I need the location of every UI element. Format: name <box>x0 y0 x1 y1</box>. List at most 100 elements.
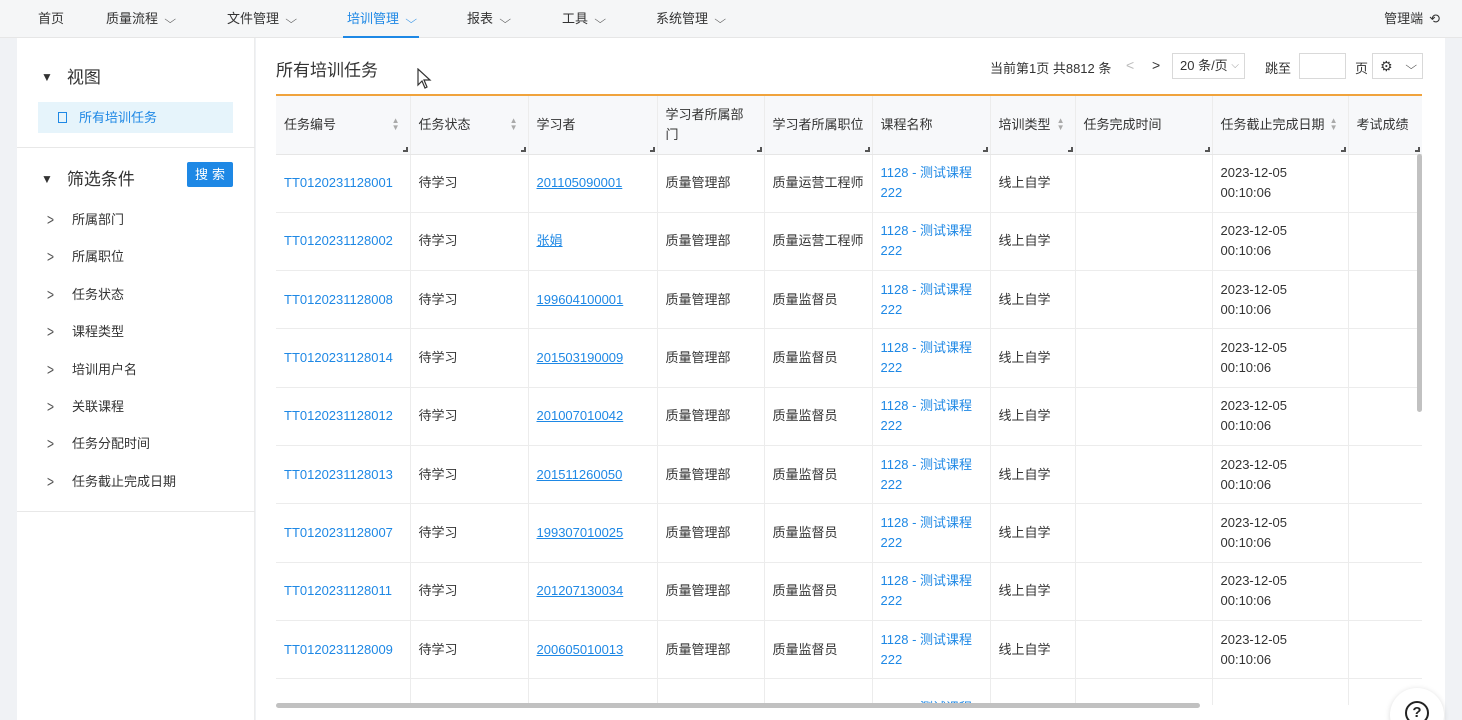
learner-link[interactable]: 张娟 <box>528 212 658 272</box>
column-header[interactable]: 任务完成时间 <box>1075 96 1213 155</box>
chevron-down-icon: ⌵ <box>405 14 418 26</box>
filter-due-date[interactable]: > 任务截止完成日期 <box>47 472 176 492</box>
resize-handle-icon[interactable] <box>402 146 408 152</box>
course-name-link[interactable]: 1128 - 测试课程222 <box>872 328 991 388</box>
next-page-icon[interactable]: > <box>1152 57 1160 73</box>
nav-system-management-label: 系统管理 <box>656 11 709 26</box>
nav-training-management[interactable]: 培训管理 ⌵ <box>343 0 420 38</box>
task-id-link[interactable]: TT0120231128007 <box>276 503 411 563</box>
task-id-link[interactable]: TT0120231128013 <box>276 445 411 505</box>
table-row: TT0120231128013 待学习 201511260050 质量管理部 质量监督员… <box>276 445 1422 505</box>
admin-link[interactable]: 管理端 ⟲ <box>1384 0 1440 38</box>
filter-section-toggle[interactable]: ▼ 筛选条件 <box>41 165 135 190</box>
filter-training-username[interactable]: > 培训用户名 <box>47 360 137 380</box>
column-header[interactable]: 学习者所属部门 <box>657 96 765 155</box>
nav-reports[interactable]: 报表 ⌵ <box>467 0 512 38</box>
nav-system-management[interactable]: 系统管理 ⌵ <box>656 0 726 38</box>
learner-link[interactable]: 201503190009 <box>528 328 658 388</box>
task-id-link[interactable]: TT0120231128014 <box>276 328 411 388</box>
learner-link[interactable]: 199307010025 <box>528 503 658 563</box>
jump-page-input[interactable] <box>1299 53 1346 79</box>
task-id-link[interactable]: TT0120231128012 <box>276 387 411 446</box>
resize-handle-icon[interactable] <box>649 146 655 152</box>
learner-link[interactable]: 201105090001 <box>528 154 658 213</box>
chevron-down-icon: ⌵ <box>164 14 177 26</box>
column-settings-button[interactable]: ⚙ ⌵ <box>1372 53 1423 79</box>
column-header[interactable]: 课程名称 <box>872 96 991 155</box>
nav-file-management[interactable]: 文件管理 ⌵ <box>227 0 297 38</box>
resize-handle-icon[interactable] <box>756 146 762 152</box>
prev-page-icon[interactable]: < <box>1126 57 1134 73</box>
resize-handle-icon[interactable] <box>1340 146 1346 152</box>
course-name-link[interactable]: 1128 - 测试课程222 <box>872 620 991 680</box>
filter-course-type[interactable]: > 课程类型 <box>47 322 124 342</box>
filter-assign-time[interactable]: > 任务分配时间 <box>47 434 150 454</box>
learner-link[interactable]: 201207130034 <box>528 562 658 621</box>
learner-link[interactable] <box>528 678 658 705</box>
task-id-link[interactable]: TT0120231128002 <box>276 212 411 272</box>
resize-handle-icon[interactable] <box>982 146 988 152</box>
learner-position: 质量运营工程师 <box>764 212 873 272</box>
sort-icon[interactable]: ▲ ▼ <box>392 117 400 132</box>
admin-label: 管理端 <box>1384 11 1424 26</box>
horizontal-scrollbar[interactable] <box>276 703 1200 708</box>
column-header[interactable]: 任务截止完成日期 ▲ ▼ <box>1212 96 1349 155</box>
task-status: 待学习 <box>410 270 529 330</box>
course-name-link[interactable]: 1128 - 测试课程222 <box>872 212 991 272</box>
column-header[interactable]: 任务编号 ▲ ▼ <box>276 96 411 155</box>
course-name-link[interactable]: 1128 - 测试课程222 <box>872 445 991 505</box>
filter-related-course[interactable]: > 关联课程 <box>47 397 124 417</box>
filter-label: 培训用户名 <box>72 362 138 377</box>
column-header[interactable]: 学习者所属职位 <box>764 96 873 155</box>
nav-tools[interactable]: 工具 ⌵ <box>562 0 606 38</box>
column-header[interactable]: 任务状态 ▲ ▼ <box>410 96 529 155</box>
learner-link[interactable]: 199604100001 <box>528 270 658 330</box>
filter-task-status[interactable]: > 任务状态 <box>47 285 124 305</box>
resize-handle-icon[interactable] <box>864 146 870 152</box>
learner-link[interactable]: 200605010013 <box>528 620 658 680</box>
learner-link[interactable]: 201007010042 <box>528 387 658 446</box>
resize-handle-icon[interactable] <box>1414 146 1420 152</box>
task-id-link[interactable]: TT0120231128009 <box>276 620 411 680</box>
task-id-link[interactable]: TT0120231128011 <box>276 562 411 621</box>
course-name-link[interactable]: 1128 - 测试课程222 <box>872 562 991 621</box>
course-name-link[interactable]: 1128 - 测试课程222 <box>872 503 991 563</box>
view-item-all-training-tasks[interactable]: 所有培训任务 <box>38 102 233 133</box>
filter-position[interactable]: > 所属职位 <box>47 247 124 267</box>
sort-icon[interactable]: ▲ ▼ <box>1057 117 1065 132</box>
table-row: TT0120231128002 待学习 张娟 质量管理部 质量运营工程师 1128 - 测… <box>276 212 1422 272</box>
column-header[interactable]: 考试成绩 <box>1348 96 1422 155</box>
learner-position: 质量运营工程师 <box>764 154 873 213</box>
nav-home[interactable]: 首页 <box>38 0 64 38</box>
task-id-link[interactable]: TT0120231128008 <box>276 270 411 330</box>
filter-department[interactable]: > 所属部门 <box>47 210 124 230</box>
resize-handle-icon[interactable] <box>1204 146 1210 152</box>
resize-handle-icon[interactable] <box>1067 146 1073 152</box>
exam-score <box>1348 270 1422 330</box>
sort-icon[interactable]: ▲ ▼ <box>510 117 518 132</box>
tasks-table: 任务编号 ▲ ▼ 任务状态 ▲ ▼ 学习者 学习者所属部门 学习者所属职位 课程名称 培训类型 ▲ ▼ 任… <box>276 94 1422 705</box>
sort-icon[interactable]: ▲ ▼ <box>1330 117 1338 132</box>
column-header[interactable]: 培训类型 ▲ ▼ <box>990 96 1076 155</box>
nav-quality-process[interactable]: 质量流程 ⌵ <box>106 0 177 38</box>
top-nav: 首页 质量流程 ⌵ 文件管理 ⌵ 培训管理 ⌵ 报表 ⌵ 工具 ⌵ 系统管理 ⌵ 管理端 ⟲ <box>0 0 1462 38</box>
course-name-link[interactable]: 1128 - 测试课程222 <box>872 270 991 330</box>
resize-handle-icon[interactable] <box>520 146 526 152</box>
chevron-down-icon: ⌵ <box>499 14 512 26</box>
view-section-toggle[interactable]: ▼ 视图 <box>41 63 101 88</box>
course-name-link[interactable]: 1128 - 测试课程222 <box>872 154 991 213</box>
vertical-scrollbar[interactable] <box>1417 154 1422 412</box>
exam-score <box>1348 620 1422 680</box>
column-header[interactable]: 学习者 <box>528 96 658 155</box>
task-id-link[interactable] <box>276 678 411 705</box>
task-status: 待学习 <box>410 387 529 446</box>
course-name-link[interactable]: 1128 - 测试课程 <box>872 678 991 705</box>
course-name-link[interactable]: 1128 - 测试课程222 <box>872 387 991 446</box>
learner-link[interactable]: 201511260050 <box>528 445 658 505</box>
filter-section-title: 筛选条件 <box>66 170 135 189</box>
page-size-select[interactable]: 20 条/页 ⌵ <box>1172 53 1245 79</box>
task-id-link[interactable]: TT0120231128001 <box>276 154 411 213</box>
training-type: 线上自学 <box>990 387 1076 446</box>
search-button[interactable]: 搜索 <box>187 162 233 187</box>
task-status: 待学习 <box>410 503 529 563</box>
